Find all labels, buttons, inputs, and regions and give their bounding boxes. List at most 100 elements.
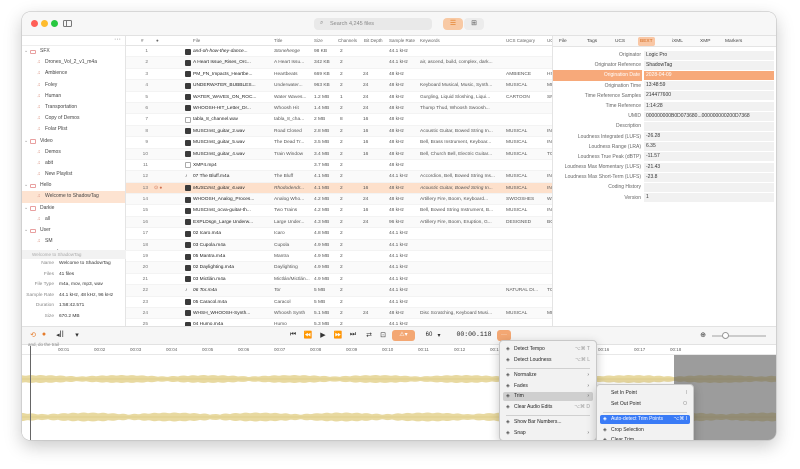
table-row[interactable]: 15 MUSCInst_ocva-guitar-th... Two Trains 4.… [126,205,572,217]
table-row[interactable]: 7 tabla_8_channel.wav tabla_8_cha... 2 MB 8 1… [126,114,552,126]
sidebar-item[interactable]: ♫ Transportation [22,102,125,113]
table-row[interactable]: 4 UNDERWATER_BUBBLES... Underwater... 963 K… [126,80,559,92]
table-row[interactable]: 22 ♪ 06 Tor.m4a Tor 5 MB 2 44.1 kHz NATURAL DI.… [126,285,571,297]
lock-icon[interactable]: ⊡ [378,331,388,339]
menu-item[interactable]: ◈ Fades › [503,382,593,391]
list-view-button[interactable]: ☰ [443,18,463,30]
chevron-down-icon[interactable]: ⌄ [24,225,29,236]
menu-item[interactable]: ◈ Snap › [503,429,593,438]
zoom-button[interactable] [51,20,58,27]
chevron-down-icon[interactable]: ⌄ [24,136,29,147]
col-num[interactable]: # [141,38,144,43]
col-ucs-category[interactable]: UCS Category [506,38,535,43]
sidebar-folder[interactable]: ⌄ Darkie [22,203,125,214]
metadata-value[interactable] [644,121,774,131]
tab-tags[interactable]: Tags [585,37,599,46]
skip-forward-button[interactable]: ⏭ [348,331,358,339]
table-row[interactable]: 6 WHOOSH-HIT_Letter_Dr... Whoosh Hit 1.4 MB… [126,102,552,115]
speaker-icon[interactable]: ◂ꟾꟾ [52,331,68,339]
sidebar-item[interactable]: ♫ Drones_Vol_2_v1_m4a [22,57,125,68]
sidebar-item[interactable]: ♫ Ambience [22,68,125,79]
sidebar-item[interactable]: ♫ Welcome to ShadowTag [22,191,125,203]
table-row[interactable]: 5 WATER_WAVES_ON_ROC... Water Waves... 1.2 … [126,92,562,103]
col-channels[interactable]: Channels [338,38,357,43]
table-row[interactable]: 11 XMP4.mp4 3.7 MB 2 48 kHz [126,160,552,172]
table-row[interactable]: 12 ♪ 07 The Bluff.m4a The Bluff 4.1 MB 2 44.1 … [126,171,572,183]
metadata-value[interactable]: 1:14:28 [644,101,774,111]
table-row[interactable]: 3 PM_FN_Impacts_Heartbe... Heartbeats 669 K… [126,69,565,81]
skip-back-button[interactable]: ⏮ [288,331,298,339]
more-icon[interactable]: ··· [114,36,121,43]
tab-ixml[interactable]: iXML [670,37,685,46]
table-row[interactable]: 19 05 Mantra.m4a Mantra 4.9 MB 2 44.1 kHz [126,251,552,263]
tab-ucs[interactable]: UCS [613,37,627,46]
metadata-value[interactable]: 214477600 [644,91,774,101]
sidebar-item[interactable]: ♫ abit [22,158,125,169]
table-row[interactable]: 20 02 Daylighting.m4a Daylighting 4.9 MB 2 44… [126,262,552,274]
record-icon[interactable]: ● [39,331,49,338]
metadata-value[interactable]: -21.43 [644,162,774,172]
metadata-value[interactable]: 6.35 [644,142,774,152]
metadata-value[interactable]: 000000000B0D073680...000000000200D7368 [644,111,774,121]
sidebar-folder[interactable]: ⌄ Video [22,136,125,147]
sidebar-item[interactable]: ♫ Copy of Demos [22,113,125,124]
table-row[interactable]: 21 03 Mictlán.m4a Mictlán/Mictlán... 4.9 MB… [126,274,552,286]
sidebar-item[interactable]: ♫ SM [22,236,125,247]
chevron-down-icon[interactable]: ⌄ [24,180,29,191]
playhead[interactable] [30,346,31,440]
table-row[interactable]: 18 03 Cupola.m4a Cupola 4.9 MB 2 44.1 kHz [126,239,552,252]
repeat-icon[interactable]: ⇄ [364,331,374,339]
menu-item[interactable]: ◈ Detect Tempo ⌥⌘ T [503,345,593,354]
menu-item[interactable]: ◈ Normalize › [503,371,593,380]
zoom-slider[interactable] [712,335,766,337]
metadata-value[interactable]: 2028-04-09 [644,70,774,80]
table-row[interactable]: 17 02 Icaro.m4a Icaro 4.8 MB 2 44.1 kHz [126,228,552,240]
sidebar-folder[interactable]: ⌄ SFX [22,46,125,57]
menu-item[interactable]: ◈ Clear Trim [600,436,690,440]
close-button[interactable] [31,20,38,27]
table-row[interactable]: 1 and-oh-how-they-dance... Stonehenge 98 KB… [126,46,552,58]
chevron-down-icon[interactable]: ⌄ [24,203,29,214]
sidebar-item[interactable]: ♫ Demos [22,147,125,158]
sidebar-item[interactable]: ♫ Human [22,91,125,102]
tab-markers[interactable]: Markers [723,37,744,46]
menu-item[interactable]: ◈ Detect Loudness ⌥⌘ L [503,356,593,365]
sidebar-toggle-icon[interactable] [63,20,72,27]
tab-bext[interactable]: BEXT [638,37,655,46]
zoom-slider-knob[interactable] [722,332,729,339]
table-row[interactable]: 16 EXPLDsgn_Large Underw... Large Under...… [126,216,562,229]
tab-file[interactable]: File [557,37,569,46]
col-status-icon[interactable]: ● [156,38,159,43]
metadata-value[interactable]: -23.8 [644,172,774,182]
zoom-icon[interactable]: ⊕ [698,331,708,339]
col-file[interactable]: File [193,38,200,43]
table-row[interactable]: 24 WHSH_WHOOSH-Synth... Whoosh Synth 5.1 MB… [126,307,559,320]
table-row[interactable]: 10 MUSCInst_guitar_4.wav Train Window 3.4 M… [126,148,557,160]
col-sample-rate[interactable]: Sample Rate [389,38,415,43]
metadata-value[interactable]: 13:48:59 [644,81,774,91]
chevron-down-icon[interactable]: ⌄ [24,46,29,57]
menu-item[interactable]: ◈ Auto-detect Trim Points ⌥⌘ I [600,415,690,424]
metadata-value[interactable]: Logic Pro [644,50,774,60]
metadata-value[interactable]: ShadowTag [644,60,774,70]
minimize-button[interactable] [41,20,48,27]
table-row[interactable]: 8 MUSCInst_guitar_2.wav Road Closed 2.8 MB 2… [126,125,572,138]
grid-view-button[interactable]: ⊞ [464,18,484,30]
metadata-value[interactable]: 1 [644,193,774,203]
metadata-value[interactable]: -11.57 [644,152,774,162]
bpm-value[interactable]: 60 [423,332,435,338]
tab-xmp[interactable]: XMP [698,37,712,46]
col-bit-depth[interactable]: Bit Depth [364,38,383,43]
table-row[interactable]: 13 ⊙ ● MUSCInst_guitar_6.wav Rhododendr... 4… [126,182,572,195]
col-keywords[interactable]: Keywords [420,38,440,43]
metadata-value[interactable]: -26.28 [644,132,774,142]
table-row[interactable]: 2 A Heart Issue_Rises_Orc... A Heart Issu.… [126,57,552,69]
volume-dropdown[interactable]: ▾ [70,331,84,339]
metadata-value[interactable] [644,183,774,193]
loop-icon[interactable]: ⟲ [28,331,38,339]
menu-item[interactable]: Set Out Point O [600,400,690,409]
forward-button[interactable]: ⏩ [333,331,343,339]
sidebar-item[interactable]: ♫ New Playlist [22,169,125,180]
search-field[interactable]: ⌕ Search 4,245 files [314,18,432,30]
menu-item[interactable]: ◈ Show Bar Numbers... [503,418,593,427]
